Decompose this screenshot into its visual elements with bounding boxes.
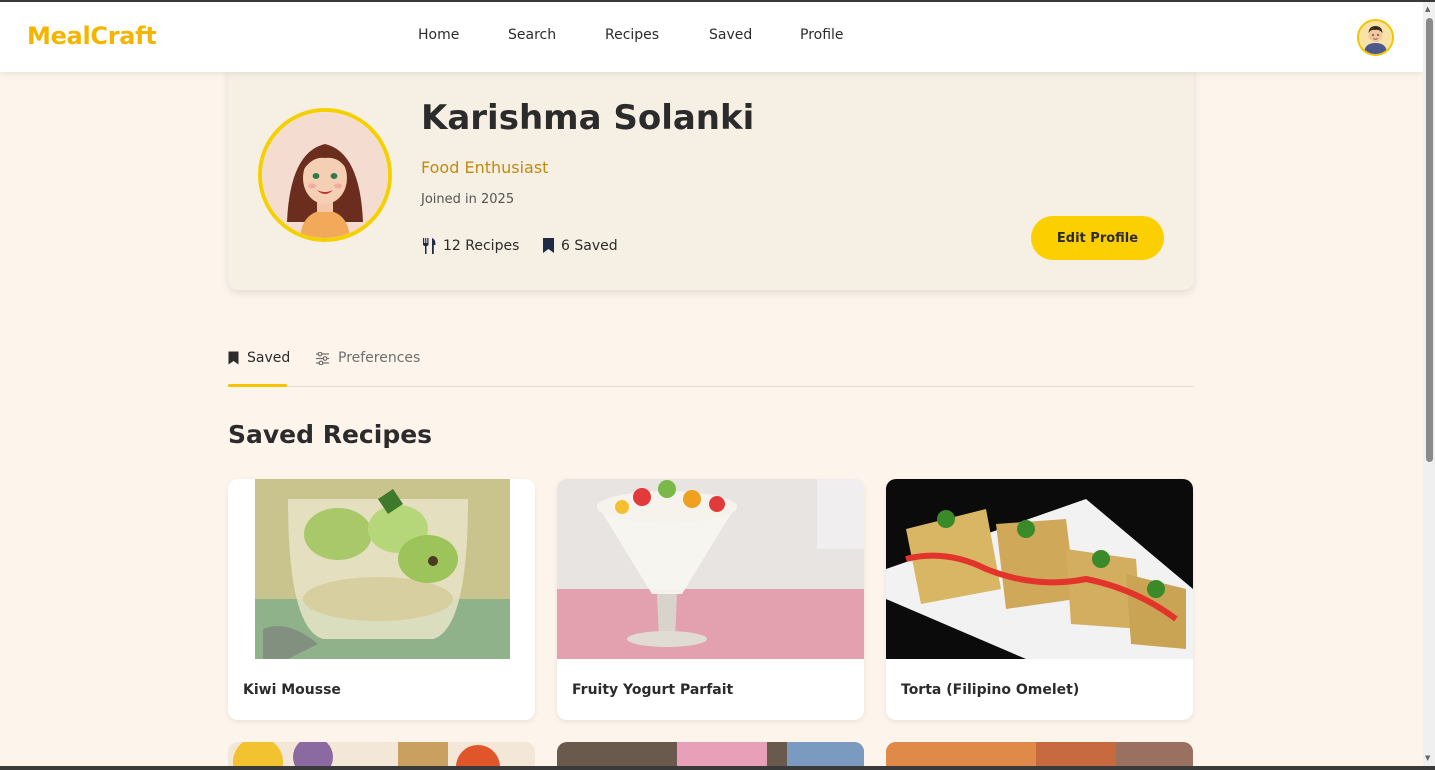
profile-tabs: Saved Preferences (228, 342, 1194, 387)
recipe-title: Torta (Filipino Omelet) (901, 682, 1080, 698)
bookmark-icon (542, 237, 555, 254)
nav-profile[interactable]: Profile (800, 27, 844, 43)
recipe-image (886, 479, 1193, 659)
profile-avatar (258, 108, 392, 242)
bookmark-icon (228, 351, 239, 365)
recipes-stat: 12 Recipes (421, 237, 519, 255)
nav-saved[interactable]: Saved (709, 27, 752, 43)
recipes-stat-label: 12 Recipes (443, 238, 520, 254)
tab-preferences-label: Preferences (338, 350, 421, 366)
active-tab-indicator (228, 384, 287, 387)
scroll-up-icon[interactable]: ▲ (1425, 5, 1433, 13)
section-title: Saved Recipes (228, 420, 433, 449)
recipe-card[interactable]: Fruity Yogurt Parfait (557, 479, 864, 720)
brand-logo[interactable]: MealCraft (27, 22, 157, 50)
utensils-icon (421, 237, 437, 255)
profile-card: Karishma Solanki Food Enthusiast Joined … (228, 62, 1194, 290)
recipe-card-partial[interactable] (886, 742, 1193, 766)
nav-home[interactable]: Home (418, 27, 459, 43)
profile-joined: Joined in 2025 (421, 192, 515, 207)
recipe-card[interactable]: Torta (Filipino Omelet) (886, 479, 1193, 720)
recipe-image (228, 479, 535, 659)
app-viewport: MealCraft Home Search Recipes Saved Prof… (0, 2, 1423, 766)
tab-saved-label: Saved (247, 350, 291, 366)
top-navbar: MealCraft Home Search Recipes Saved Prof… (0, 2, 1423, 72)
recipe-card-partial[interactable] (228, 742, 535, 766)
recipe-image (557, 479, 864, 659)
sliders-icon (315, 351, 330, 365)
recipe-title: Fruity Yogurt Parfait (572, 682, 734, 698)
profile-role: Food Enthusiast (421, 158, 549, 177)
nav-recipes[interactable]: Recipes (605, 27, 659, 43)
scrollbar-thumb[interactable] (1426, 18, 1433, 462)
tab-preferences[interactable]: Preferences (315, 350, 420, 366)
tab-saved[interactable]: Saved (228, 350, 290, 366)
recipe-card[interactable]: Kiwi Mousse (228, 479, 535, 720)
profile-name: Karishma Solanki (421, 98, 755, 138)
saved-stat: 6 Saved (542, 237, 618, 254)
nav-search[interactable]: Search (508, 27, 556, 43)
user-avatar-icon[interactable] (1357, 19, 1394, 56)
recipe-title: Kiwi Mousse (243, 682, 341, 698)
edit-profile-button[interactable]: Edit Profile (1031, 216, 1164, 260)
scroll-down-icon[interactable]: ▼ (1425, 754, 1433, 762)
recipe-card-partial[interactable] (557, 742, 864, 766)
page-scrollbar[interactable]: ▲ ▼ (1423, 2, 1435, 766)
saved-stat-label: 6 Saved (561, 237, 618, 254)
